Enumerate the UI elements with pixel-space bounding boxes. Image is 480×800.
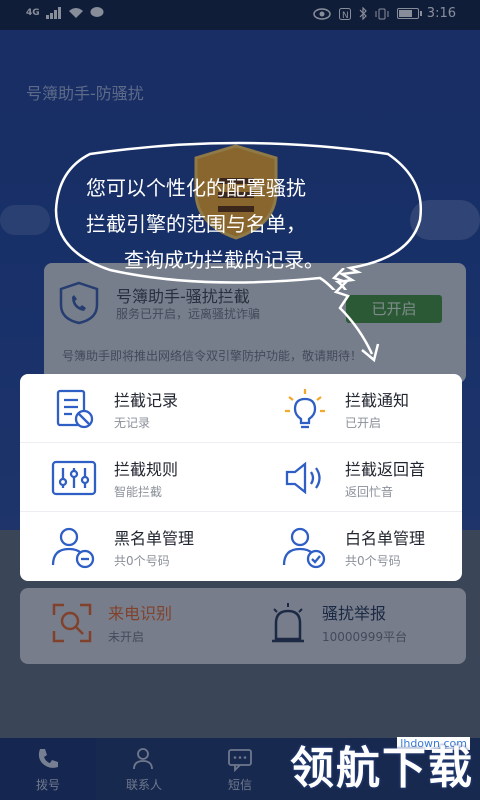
bubble-line-1: 您可以个性化的配置骚扰 [86, 176, 306, 200]
tab-label: 短信 [227, 777, 252, 792]
speaker-icon [285, 461, 321, 494]
feature-whitelist[interactable]: 白名单管理 共0个号码 [241, 512, 462, 581]
caller-id-sub: 未开启 [108, 630, 145, 644]
feature-sub: 智能拦截 [114, 484, 163, 499]
clock: 3:16 [426, 6, 456, 21]
sms-icon [228, 748, 252, 772]
card-subtitle: 服务已开启，远离骚扰诈骗 [116, 307, 261, 321]
sliders-icon [51, 460, 97, 495]
tab-label: 联系人 [125, 777, 162, 792]
feature-title: 拦截通知 [345, 390, 410, 410]
signal-indicator: 4G [26, 8, 40, 18]
svg-text:N: N [342, 11, 349, 20]
user-check-icon [282, 527, 326, 568]
message-icon [90, 7, 104, 17]
alarm-icon [272, 602, 304, 642]
feature-row: 黑名单管理 共0个号码 白名单管理 共0个号码 [20, 512, 462, 581]
tab-contacts[interactable]: 联系人 [96, 738, 192, 800]
scan-icon [52, 603, 92, 642]
feature-intercept-records[interactable]: 拦截记录 无记录 [20, 374, 241, 443]
report-sub: 10000999平台 [322, 630, 408, 644]
bulb-icon [285, 388, 325, 428]
feature-title: 拦截返回音 [345, 459, 426, 479]
feature-panel: 拦截记录 无记录 拦截通知 已开启 拦截规则 智能拦截 拦截返回音 返回忙音 黑… [20, 374, 462, 581]
feature-return-tone[interactable]: 拦截返回音 返回忙音 [241, 443, 462, 512]
tab-label: 拨号 [35, 777, 60, 792]
eye-icon [313, 7, 331, 20]
bubble-tail-arrow [331, 268, 380, 363]
user-minus-icon [51, 527, 95, 568]
feature-sub: 共0个号码 [114, 553, 170, 568]
feature-title: 黑名单管理 [114, 528, 195, 548]
feature-row: 拦截规则 智能拦截 拦截返回音 返回忙音 [20, 443, 462, 512]
app-title: 号簿助手-防骚扰 [26, 84, 144, 103]
vibrate-icon [375, 8, 389, 19]
feature-blacklist[interactable]: 黑名单管理 共0个号码 [20, 512, 241, 581]
nfc-icon: N [338, 7, 351, 20]
battery-icon [396, 8, 422, 19]
phone-icon [38, 748, 58, 768]
bubble-text: 您可以个性化的配置骚扰 拦截引擎的范围与名单， 查询成功拦截的记录。 [86, 170, 324, 278]
feature-sub: 无记录 [114, 415, 151, 430]
bottom-card: 来电识别 未开启 骚扰举报 10000999平台 [20, 588, 466, 664]
record-icon [56, 389, 94, 428]
signal-bars-icon [45, 7, 61, 19]
wifi-icon [68, 8, 83, 18]
caller-id-item[interactable]: 来电识别 未开启 [50, 600, 172, 645]
caller-id-title: 来电识别 [108, 604, 173, 623]
feature-title: 白名单管理 [345, 528, 426, 548]
report-title: 骚扰举报 [322, 604, 387, 623]
tab-sms[interactable]: 短信 [192, 738, 288, 800]
feature-title: 拦截记录 [114, 390, 179, 410]
bubble-line-3: 查询成功拦截的记录。 [124, 248, 324, 272]
feature-sub: 返回忙音 [345, 484, 394, 499]
tab-dial[interactable]: 拨号 [0, 738, 96, 800]
status-bar: 4G N 3:16 [0, 0, 480, 30]
bluetooth-icon [359, 7, 367, 20]
report-item[interactable]: 骚扰举报 10000999平台 [268, 600, 407, 645]
feature-title: 拦截规则 [114, 459, 179, 479]
watermark-logo: 领航下载 [290, 743, 474, 794]
feature-row: 拦截记录 无记录 拦截通知 已开启 [20, 374, 462, 443]
feature-sub: 共0个号码 [345, 553, 401, 568]
bubble-line-2: 拦截引擎的范围与名单， [86, 212, 306, 236]
feature-intercept-rules[interactable]: 拦截规则 智能拦截 [20, 443, 241, 512]
cloud-decoration [0, 205, 50, 235]
notice-text: 号簿助手即将推出网络信令双引擎防护功能，敬请期待！ [62, 349, 363, 363]
contacts-icon [133, 747, 153, 769]
feature-sub: 已开启 [345, 415, 382, 430]
feature-intercept-notify[interactable]: 拦截通知 已开启 [241, 374, 462, 443]
